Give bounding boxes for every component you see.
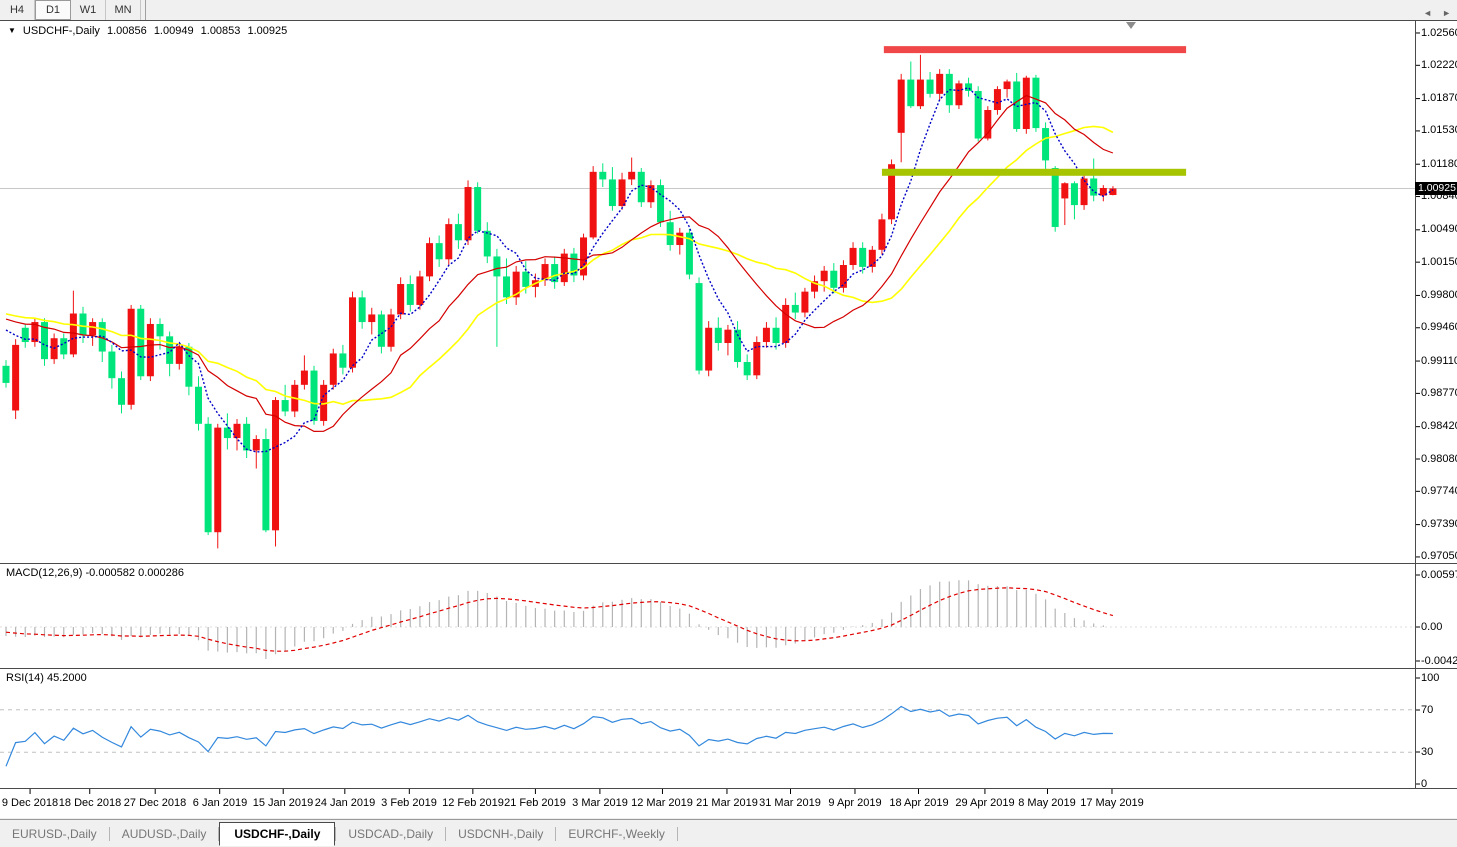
tab-scroll-left-icon[interactable]: ◄ xyxy=(1423,7,1432,19)
date-axis-label: 31 Mar 2019 xyxy=(759,797,821,809)
price-axis-label: 0.99800 xyxy=(1421,288,1457,301)
chart-shift-marker-icon[interactable] xyxy=(1126,22,1136,29)
current-price-tag: 1.00925 xyxy=(1415,182,1457,195)
date-axis-label: 3 Feb 2019 xyxy=(381,797,437,809)
date-axis-label: 6 Jan 2019 xyxy=(192,797,248,809)
macd-axis-label: 0.00597 xyxy=(1421,568,1457,581)
timeframe-button-h4[interactable]: H4 xyxy=(0,0,35,20)
tab-usdchf-daily[interactable]: USDCHF-,Daily xyxy=(219,821,336,846)
timeframe-toolbar: H4 D1 W1 MN xyxy=(0,0,1457,21)
toolbar-separator xyxy=(141,0,146,20)
rsi-value: 45.2000 xyxy=(46,672,87,684)
price-axis-label: 0.97050 xyxy=(1421,550,1457,563)
date-axis-label: 21 Mar 2019 xyxy=(696,797,758,809)
rsi-name: RSI(14) xyxy=(6,672,44,684)
price-axis-label: 0.98420 xyxy=(1421,420,1457,433)
price-axis-label: 1.02220 xyxy=(1421,58,1457,71)
date-axis-label: 9 Apr 2019 xyxy=(828,797,882,809)
date-axis-label: 9 Dec 2018 xyxy=(1,797,59,809)
tab-scroll-arrows: ◄ ► xyxy=(1423,7,1451,19)
chart-top-border xyxy=(0,20,1457,21)
macd-axis-label: -0.00424 xyxy=(1421,654,1457,667)
date-axis-label: 27 Dec 2018 xyxy=(123,797,187,809)
timeframe-button-d1[interactable]: D1 xyxy=(35,0,71,20)
rsi-indicator-label: RSI(14) 45.2000 xyxy=(6,672,87,684)
collapse-triangle-icon[interactable]: ▼ xyxy=(8,26,16,35)
date-axis-label: 21 Feb 2019 xyxy=(504,797,566,809)
price-axis-label: 0.98080 xyxy=(1421,452,1457,465)
price-axis-label: 0.98770 xyxy=(1421,386,1457,399)
tab-scroll-right-icon[interactable]: ► xyxy=(1442,7,1451,19)
timeframe-button-mn[interactable]: MN xyxy=(106,0,141,20)
tab-audusd-daily[interactable]: AUDUSD-,Daily xyxy=(110,823,219,845)
date-axis-label: 12 Mar 2019 xyxy=(631,797,693,809)
date-axis-label: 12 Feb 2019 xyxy=(442,797,504,809)
macd-axis-label: 0.00 xyxy=(1421,620,1443,633)
high-value: 1.00949 xyxy=(153,25,194,37)
date-axis-label: 24 Jan 2019 xyxy=(314,797,376,809)
macd-name: MACD(12,26,9) xyxy=(6,567,83,579)
close-value: 1.00925 xyxy=(247,25,288,37)
rsi-axis-label: 70 xyxy=(1421,703,1434,716)
rsi-pane-divider[interactable] xyxy=(0,668,1457,669)
rsi-axis-label: 0 xyxy=(1421,777,1428,790)
symbol-ohlc-line: ▼ USDCHF-,Daily 1.00856 1.00949 1.00853 1… xyxy=(8,25,291,37)
price-axis-label: 0.99460 xyxy=(1421,321,1457,334)
low-value: 1.00853 xyxy=(200,25,241,37)
price-axis-label: 0.97740 xyxy=(1421,484,1457,497)
tab-usdcnh-daily[interactable]: USDCNH-,Daily xyxy=(446,823,555,845)
price-axis-label: 1.01180 xyxy=(1421,157,1457,170)
price-axis-label: 0.99110 xyxy=(1421,354,1457,367)
trading-terminal-window: H4 D1 W1 MN ▼ USDCHF-,Daily 1.00856 1.00949 … xyxy=(0,0,1457,847)
chart-tab-bar: EURUSD-,Daily AUDUSD-,Daily USDCHF-,Daily U… xyxy=(0,819,1457,847)
price-axis-label: 1.00150 xyxy=(1421,255,1457,268)
price-axis-label: 1.01530 xyxy=(1421,124,1457,137)
price-axis-label: 1.02560 xyxy=(1421,26,1457,39)
date-axis-label: 15 Jan 2019 xyxy=(252,797,314,809)
macd-indicator-label: MACD(12,26,9) -0.000582 0.000286 xyxy=(6,567,184,579)
price-axis-label: 0.97390 xyxy=(1421,518,1457,531)
date-axis-label: 18 Dec 2018 xyxy=(58,797,122,809)
open-value: 1.00856 xyxy=(106,25,147,37)
symbol-name: USDCHF-,Daily xyxy=(22,25,100,37)
price-axis-border xyxy=(1415,20,1416,789)
date-axis-label: 3 Mar 2019 xyxy=(572,797,628,809)
date-axis-label: 18 Apr 2019 xyxy=(889,797,949,809)
date-axis-label: 8 May 2019 xyxy=(1018,797,1076,809)
chart-bottom-border xyxy=(0,788,1457,789)
date-axis-label: 17 May 2019 xyxy=(1080,797,1144,809)
macd-main-value: -0.000582 xyxy=(85,567,136,579)
macd-signal-value: 0.000286 xyxy=(138,567,184,579)
date-axis-label: 29 Apr 2019 xyxy=(955,797,1015,809)
timeframe-button-w1[interactable]: W1 xyxy=(71,0,106,20)
rsi-axis-label: 100 xyxy=(1421,671,1440,684)
macd-pane-divider[interactable] xyxy=(0,563,1457,564)
tab-usdcad-daily[interactable]: USDCAD-,Daily xyxy=(336,823,445,845)
price-axis-label: 1.01870 xyxy=(1421,92,1457,105)
price-axis-label: 1.00490 xyxy=(1421,223,1457,236)
tab-separator xyxy=(676,826,678,841)
tab-eurusd-daily[interactable]: EURUSD-,Daily xyxy=(0,823,109,845)
chart-background[interactable] xyxy=(0,21,1457,789)
rsi-axis-label: 30 xyxy=(1421,745,1434,758)
tab-eurchf-weekly[interactable]: EURCHF-,Weekly xyxy=(556,823,676,845)
